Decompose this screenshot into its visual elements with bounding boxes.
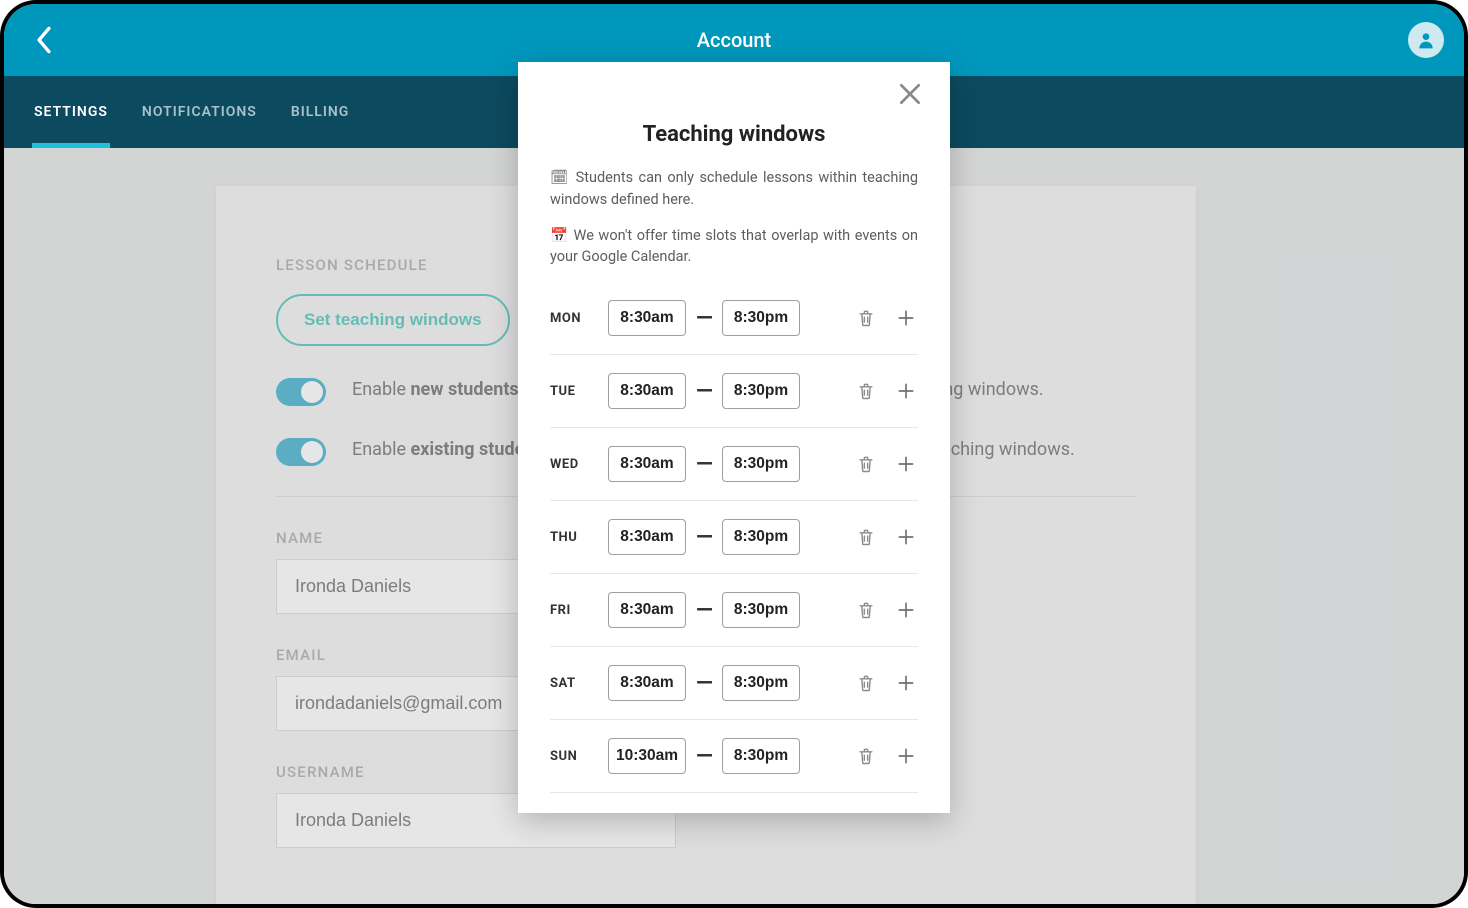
plus-icon xyxy=(896,527,916,547)
day-label: SAT xyxy=(550,676,598,691)
plus-icon xyxy=(896,308,916,328)
day-row-sun: SUN — xyxy=(550,720,918,793)
day-row-wed: WED — xyxy=(550,428,918,501)
time-dash: — xyxy=(696,671,712,696)
start-time-input[interactable] xyxy=(608,519,686,555)
day-row-thu: THU — xyxy=(550,501,918,574)
teaching-windows-modal: Teaching windows 🗓 Students can only sch… xyxy=(518,62,950,813)
modal-title: Teaching windows xyxy=(550,122,918,147)
day-label: SUN xyxy=(550,749,598,764)
start-time-input[interactable] xyxy=(608,373,686,409)
add-window-button[interactable] xyxy=(894,452,918,476)
page-title: Account xyxy=(4,28,1464,52)
start-time-input[interactable] xyxy=(608,446,686,482)
add-window-button[interactable] xyxy=(894,379,918,403)
time-dash: — xyxy=(696,525,712,550)
trash-icon xyxy=(856,381,876,401)
day-label: FRI xyxy=(550,603,598,618)
modal-desc-2: 📅 We won't offer time slots that overlap… xyxy=(550,225,918,269)
plus-icon xyxy=(896,673,916,693)
day-row-sat: SAT — xyxy=(550,647,918,720)
end-time-input[interactable] xyxy=(722,373,800,409)
trash-icon xyxy=(856,308,876,328)
time-dash: — xyxy=(696,306,712,331)
add-window-button[interactable] xyxy=(894,525,918,549)
time-dash: — xyxy=(696,379,712,404)
delete-window-button[interactable] xyxy=(854,744,878,768)
day-label: THU xyxy=(550,530,598,545)
delete-window-button[interactable] xyxy=(854,598,878,622)
plus-icon xyxy=(896,454,916,474)
trash-icon xyxy=(856,527,876,547)
plus-icon xyxy=(896,600,916,620)
delete-window-button[interactable] xyxy=(854,452,878,476)
end-time-input[interactable] xyxy=(722,738,800,774)
time-dash: — xyxy=(696,744,712,769)
plus-icon xyxy=(896,746,916,766)
end-time-input[interactable] xyxy=(722,300,800,336)
modal-desc-1: 🗓 Students can only schedule lessons wit… xyxy=(550,167,918,211)
tab-settings[interactable]: SETTINGS xyxy=(32,76,110,148)
day-row-tue: TUE — xyxy=(550,355,918,428)
start-time-input[interactable] xyxy=(608,738,686,774)
close-icon xyxy=(897,81,923,107)
tab-billing[interactable]: BILLING xyxy=(289,76,352,148)
start-time-input[interactable] xyxy=(608,300,686,336)
trash-icon xyxy=(856,454,876,474)
tab-notifications[interactable]: NOTIFICATIONS xyxy=(140,76,259,148)
trash-icon xyxy=(856,673,876,693)
day-row-mon: MON — xyxy=(550,282,918,355)
trash-icon xyxy=(856,746,876,766)
day-label: TUE xyxy=(550,384,598,399)
start-time-input[interactable] xyxy=(608,592,686,628)
delete-window-button[interactable] xyxy=(854,379,878,403)
plus-icon xyxy=(896,381,916,401)
add-window-button[interactable] xyxy=(894,671,918,695)
delete-window-button[interactable] xyxy=(854,525,878,549)
time-dash: — xyxy=(696,598,712,623)
trash-icon xyxy=(856,600,876,620)
day-label: WED xyxy=(550,457,598,472)
day-label: MON xyxy=(550,311,598,326)
delete-window-button[interactable] xyxy=(854,306,878,330)
delete-window-button[interactable] xyxy=(854,671,878,695)
end-time-input[interactable] xyxy=(722,592,800,628)
add-window-button[interactable] xyxy=(894,598,918,622)
start-time-input[interactable] xyxy=(608,665,686,701)
end-time-input[interactable] xyxy=(722,665,800,701)
day-row-fri: FRI — xyxy=(550,574,918,647)
end-time-input[interactable] xyxy=(722,446,800,482)
add-window-button[interactable] xyxy=(894,306,918,330)
time-dash: — xyxy=(696,452,712,477)
add-window-button[interactable] xyxy=(894,744,918,768)
end-time-input[interactable] xyxy=(722,519,800,555)
close-button[interactable] xyxy=(892,76,928,112)
